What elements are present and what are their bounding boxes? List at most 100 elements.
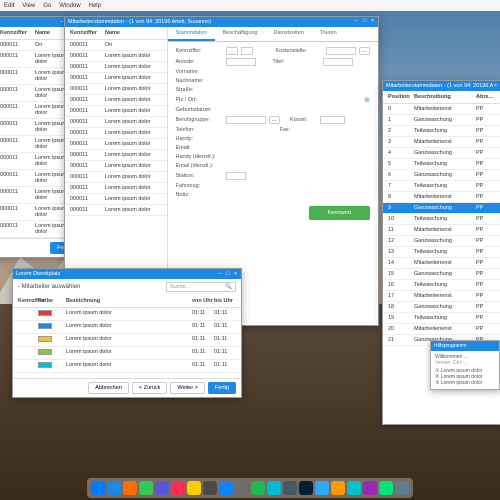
table-row[interactable]: 0MitarbeiterienstPP bbox=[383, 104, 500, 115]
dock-app-icon[interactable] bbox=[107, 481, 121, 495]
table-row[interactable]: 1GanzwaschungPP bbox=[383, 115, 500, 126]
dock[interactable] bbox=[87, 478, 413, 498]
select-window[interactable]: Lorem Dienstplatz – □ × - Mitarbeiter au… bbox=[12, 268, 242, 398]
titel-input[interactable] bbox=[323, 58, 353, 66]
menu-item[interactable]: Go bbox=[43, 3, 51, 9]
dock-app-icon[interactable] bbox=[315, 481, 329, 495]
kostenstelle-input[interactable] bbox=[326, 47, 356, 55]
zuruck-button[interactable]: < Zurück bbox=[132, 382, 168, 394]
dock-app-icon[interactable] bbox=[395, 481, 409, 495]
table-row[interactable]: 11MitarbeiterienstPP bbox=[383, 225, 500, 236]
table-row[interactable]: 000011Lorem ipsum dolor bbox=[65, 139, 167, 150]
close-icon[interactable]: × bbox=[370, 19, 375, 24]
table-row[interactable]: 8MitarbeiterienstPP bbox=[383, 192, 500, 203]
titlebar[interactable]: Lorem Dienstplatz – □ × bbox=[13, 269, 241, 279]
dock-app-icon[interactable] bbox=[139, 481, 153, 495]
dock-app-icon[interactable] bbox=[123, 481, 137, 495]
table-row[interactable]: 5TeilwaschungPP bbox=[383, 159, 500, 170]
dock-app-icon[interactable] bbox=[171, 481, 185, 495]
kurzel-input[interactable] bbox=[320, 116, 345, 124]
table-row[interactable]: 000011Lorem ipsum dolor bbox=[65, 51, 167, 62]
table-row[interactable]: 000011Lorem ipsum dolor bbox=[65, 194, 167, 205]
table-row[interactable]: 12GanzwaschungPP bbox=[383, 236, 500, 247]
dock-app-icon[interactable] bbox=[187, 481, 201, 495]
station-input[interactable] bbox=[226, 172, 246, 180]
kennziffer-input[interactable] bbox=[226, 47, 238, 55]
table-row[interactable]: 3MitarbeiterienstPP bbox=[383, 137, 500, 148]
table-row[interactable]: 7TeilwaschungPP bbox=[383, 181, 500, 192]
menu-item[interactable]: Edit bbox=[4, 3, 14, 9]
table-row[interactable]: 15GanzwaschungPP bbox=[383, 269, 500, 280]
close-icon[interactable]: × bbox=[493, 84, 498, 89]
maximize-icon[interactable]: □ bbox=[225, 272, 230, 277]
maximize-icon[interactable]: □ bbox=[362, 19, 367, 24]
table-row[interactable]: Lorem ipsum dolor01:1101:11 bbox=[13, 347, 241, 360]
table-row[interactable]: 000011Lorem ipsum dolor bbox=[65, 95, 167, 106]
dock-app-icon[interactable] bbox=[379, 481, 393, 495]
table-row[interactable]: 000011Lorem ipsum dolor bbox=[65, 161, 167, 172]
dock-app-icon[interactable] bbox=[283, 481, 297, 495]
table-row[interactable]: 000011Lorem ipsum dolor bbox=[65, 183, 167, 194]
table-row[interactable]: Lorem ipsum dolor01:1101:11 bbox=[13, 321, 241, 334]
dock-app-icon[interactable] bbox=[203, 481, 217, 495]
check-icon[interactable]: ⊕ bbox=[364, 96, 370, 104]
titlebar[interactable]: Mitarbeiterstammdaten - (1 von 94: 20196… bbox=[65, 17, 378, 27]
table-row[interactable]: 13TeilwaschungPP bbox=[383, 247, 500, 258]
anrede-input[interactable] bbox=[226, 58, 256, 66]
table-row[interactable]: 10TeilwaschungPP bbox=[383, 214, 500, 225]
weiter-button[interactable]: Weiter > bbox=[170, 382, 205, 394]
dock-app-icon[interactable] bbox=[91, 481, 105, 495]
menu-item[interactable]: Window bbox=[59, 3, 80, 9]
titlebar[interactable]: Mitarbeiterstammdaten - (1 von 94: 20196… bbox=[383, 81, 500, 91]
table-row[interactable]: 14MitarbeiterienstPP bbox=[383, 258, 500, 269]
dock-app-icon[interactable] bbox=[235, 481, 249, 495]
close-icon[interactable]: × bbox=[233, 272, 238, 277]
table-row[interactable]: 9GanzwaschungPP bbox=[383, 203, 500, 214]
tab-touren[interactable]: Touren bbox=[312, 27, 345, 41]
table-row[interactable]: 6GanzwaschungPP bbox=[383, 170, 500, 181]
table-row[interactable]: 19TeilwaschungPP bbox=[383, 313, 500, 324]
table-row[interactable]: Lorem ipsum dolor01:1101:11 bbox=[13, 360, 241, 373]
kennziffer-input2[interactable] bbox=[241, 47, 253, 55]
dock-app-icon[interactable] bbox=[267, 481, 281, 495]
table-row[interactable]: 000011Lorem ipsum dolor bbox=[65, 205, 167, 216]
help-popup[interactable]: Hilfsprogramm Willkommen ... (immer, Ctr… bbox=[430, 340, 500, 390]
table-row[interactable]: 000011Lorem ipsum dolor bbox=[65, 84, 167, 95]
lookup-button[interactable]: … bbox=[359, 47, 371, 55]
table-row[interactable]: 000011On bbox=[65, 40, 167, 51]
table-row[interactable]: 20MitarbeiterienstPP bbox=[383, 324, 500, 335]
abbrechen-button[interactable]: Abbrechen bbox=[88, 382, 129, 394]
menu-item[interactable]: View bbox=[22, 3, 35, 9]
fertig-button[interactable]: Fertig bbox=[208, 382, 236, 394]
dock-app-icon[interactable] bbox=[155, 481, 169, 495]
search-input[interactable]: Suche...🔍 bbox=[166, 282, 236, 292]
table-row[interactable]: 16TeilwaschungPP bbox=[383, 280, 500, 291]
table-row[interactable]: Lorem ipsum dolor01:1101:11 bbox=[13, 334, 241, 347]
table-row[interactable]: 000011Lorem ipsum dolor bbox=[65, 128, 167, 139]
lookup-button[interactable]: … bbox=[269, 116, 281, 124]
table-row[interactable]: 000011Lorem ipsum dolor bbox=[65, 117, 167, 128]
table-row[interactable]: Lorem ipsum dolor01:1101:11 bbox=[13, 308, 241, 321]
dock-app-icon[interactable] bbox=[347, 481, 361, 495]
table-row[interactable]: 17MitarbeiterienstPP bbox=[383, 291, 500, 302]
table-row[interactable]: 2TeilwaschungPP bbox=[383, 126, 500, 137]
dock-app-icon[interactable] bbox=[251, 481, 265, 495]
table-row[interactable]: 000011Lorem ipsum dolor bbox=[65, 73, 167, 84]
kennwort-button[interactable]: Kennwort bbox=[309, 206, 370, 220]
table-row[interactable]: 000011Lorem ipsum dolor bbox=[65, 62, 167, 73]
minimize-icon[interactable]: – bbox=[354, 19, 359, 24]
minimize-icon[interactable]: – bbox=[217, 272, 222, 277]
dock-app-icon[interactable] bbox=[363, 481, 377, 495]
dock-app-icon[interactable] bbox=[331, 481, 345, 495]
table-row[interactable]: 000011Lorem ipsum dolor bbox=[65, 150, 167, 161]
tab-beschaeftigung[interactable]: Beschäftigung bbox=[215, 27, 266, 41]
dock-app-icon[interactable] bbox=[299, 481, 313, 495]
tab-dienstzeiten[interactable]: Dienstzeiten bbox=[266, 27, 312, 41]
menu-item[interactable]: Help bbox=[89, 3, 101, 9]
dock-app-icon[interactable] bbox=[219, 481, 233, 495]
table-row[interactable]: 18GanzwaschungPP bbox=[383, 302, 500, 313]
berufsgruppe-input[interactable] bbox=[226, 116, 266, 124]
table-row[interactable]: 000011Lorem ipsum dolor bbox=[65, 172, 167, 183]
tab-stammdaten[interactable]: Stammdaten bbox=[168, 27, 215, 41]
table-row[interactable]: 000011Lorem ipsum dolor bbox=[65, 106, 167, 117]
